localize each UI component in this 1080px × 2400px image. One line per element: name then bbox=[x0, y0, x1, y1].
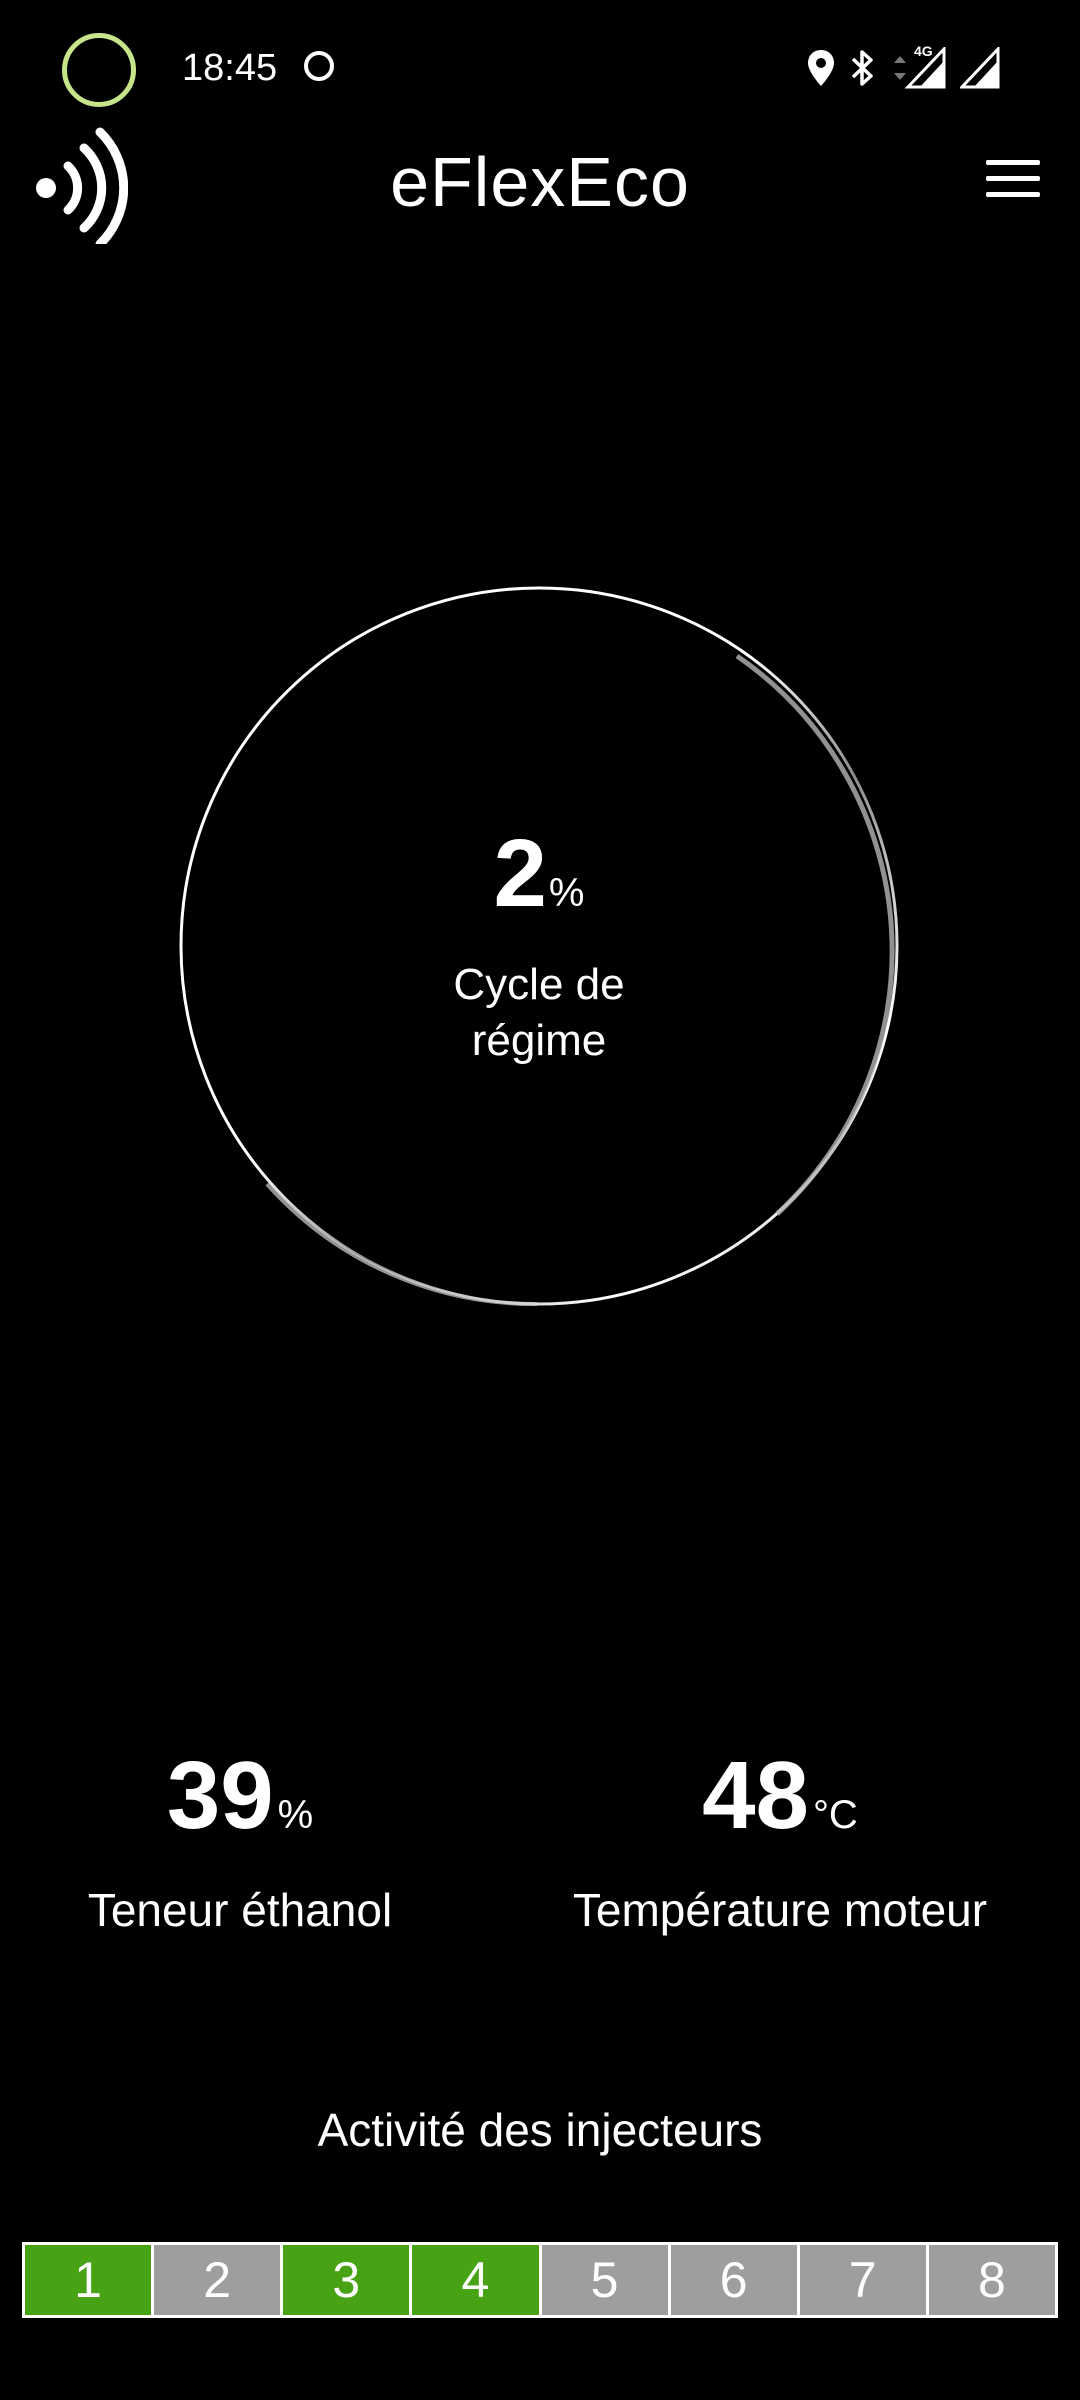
signal-icon bbox=[960, 47, 1000, 89]
gauge-readout: 2% Cycle de régime bbox=[177, 819, 901, 1069]
engine-temperature-readout: 48 °C Température moteur bbox=[540, 1740, 1020, 1940]
status-bar: 18:45 4G bbox=[0, 0, 1080, 136]
duty-cycle-label: Cycle de régime bbox=[453, 960, 625, 1065]
duty-cycle-gauge: 2% Cycle de régime bbox=[177, 584, 901, 1308]
signal-4g-icon: 4G bbox=[890, 43, 946, 89]
hamburger-menu-icon[interactable] bbox=[986, 160, 1044, 204]
location-icon bbox=[806, 49, 836, 87]
status-circle-icon bbox=[304, 51, 334, 81]
temperature-value: 48 bbox=[702, 1742, 809, 1849]
injector-cell: 7 bbox=[799, 2245, 926, 2315]
temperature-unit: °C bbox=[812, 1793, 858, 1837]
injector-activity-bar: 12345678 bbox=[22, 2242, 1058, 2318]
injector-cell: 3 bbox=[283, 2245, 410, 2315]
app-title: eFlexEco bbox=[390, 143, 690, 221]
duty-cycle-unit: % bbox=[548, 871, 585, 915]
status-time: 18:45 bbox=[182, 47, 278, 89]
ethanol-readout: 39% Teneur éthanol bbox=[40, 1740, 440, 1940]
ethanol-unit: % bbox=[277, 1793, 314, 1837]
bluetooth-icon bbox=[850, 49, 876, 87]
injector-cell: 8 bbox=[928, 2245, 1055, 2315]
injectors-title: Activité des injecteurs bbox=[317, 2104, 763, 2156]
injector-cell: 1 bbox=[25, 2245, 152, 2315]
injector-cell: 6 bbox=[670, 2245, 797, 2315]
injector-cell: 5 bbox=[541, 2245, 668, 2315]
status-icons: 4G bbox=[806, 43, 1000, 90]
network-type-label: 4G bbox=[914, 43, 933, 59]
injector-cell: 2 bbox=[154, 2245, 281, 2315]
status-ring-icon bbox=[62, 33, 136, 107]
ethanol-label: Teneur éthanol bbox=[87, 1884, 393, 1936]
injector-cell: 4 bbox=[412, 2245, 539, 2315]
app-bar: eFlexEco bbox=[0, 118, 1080, 249]
ethanol-value: 39 bbox=[166, 1742, 274, 1849]
temperature-label: Température moteur bbox=[572, 1884, 988, 1936]
duty-cycle-value: 2 bbox=[493, 820, 547, 927]
